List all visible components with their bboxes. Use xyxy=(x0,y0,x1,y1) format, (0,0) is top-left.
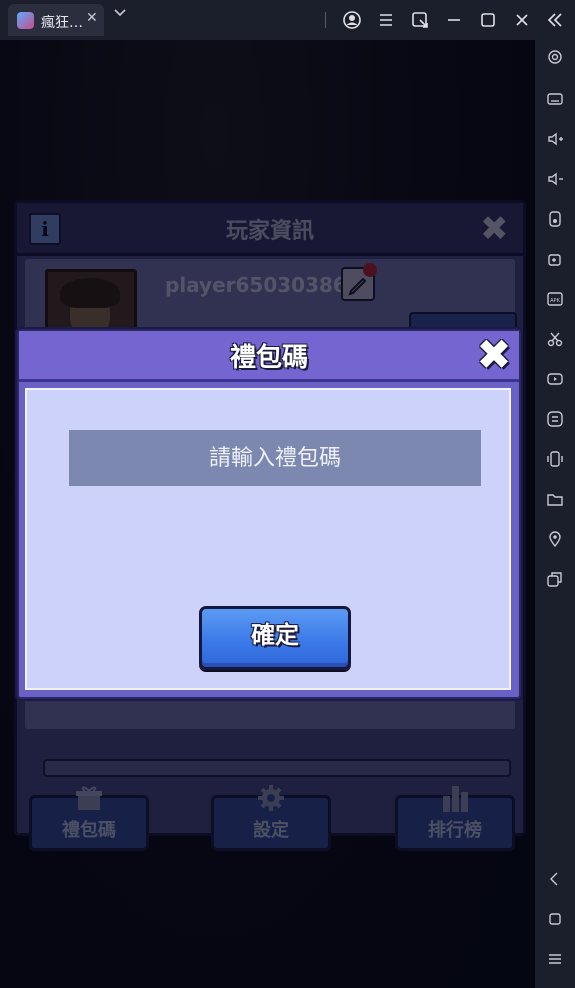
account-icon[interactable] xyxy=(342,10,362,30)
tab-close-icon[interactable]: ✕ xyxy=(86,10,98,26)
game-viewport: i 玩家資訊 ✖ player65030386 禮包碼 設定 排行榜 禮包碼 ✖… xyxy=(0,40,535,988)
recent-apps-icon[interactable] xyxy=(546,950,564,968)
dialog-header: 禮包碼 ✖ xyxy=(19,331,519,382)
shake-icon[interactable] xyxy=(546,450,564,468)
app-icon xyxy=(17,12,34,29)
home-icon[interactable] xyxy=(546,910,564,928)
screenshot-icon[interactable] xyxy=(410,10,430,30)
volume-down-icon[interactable] xyxy=(546,170,564,188)
keyboard-icon[interactable] xyxy=(546,90,564,108)
confirm-button[interactable]: 確定 xyxy=(199,606,351,670)
volume-up-icon[interactable] xyxy=(546,130,564,148)
sync-icon[interactable] xyxy=(546,410,564,428)
scissors-icon[interactable] xyxy=(546,330,564,348)
chevron-down-icon[interactable] xyxy=(113,8,127,18)
title-bar: 瘋狂… ✕ xyxy=(0,0,575,40)
menu-icon[interactable] xyxy=(376,10,396,30)
settings-icon[interactable] xyxy=(546,48,564,66)
folder-icon[interactable] xyxy=(546,490,564,508)
close-icon[interactable] xyxy=(512,10,532,30)
record-icon[interactable] xyxy=(546,370,564,388)
dialog-body: 確定 xyxy=(25,388,511,690)
collapse-sidebar-icon[interactable] xyxy=(545,10,565,30)
gift-code-dialog: 禮包碼 ✖ 確定 xyxy=(17,329,521,699)
location-icon[interactable] xyxy=(546,530,564,548)
tab-title: 瘋狂… xyxy=(41,15,83,31)
dialog-close-icon[interactable]: ✖ xyxy=(473,333,515,377)
divider xyxy=(325,12,326,28)
apk-icon[interactable]: APK xyxy=(546,290,564,308)
gift-code-input[interactable] xyxy=(69,430,481,486)
back-icon[interactable] xyxy=(546,870,564,888)
minimize-icon[interactable] xyxy=(444,10,464,30)
app-tab[interactable]: 瘋狂… ✕ xyxy=(8,4,104,36)
maximize-icon[interactable] xyxy=(478,10,498,30)
multi-instance-icon[interactable] xyxy=(546,570,564,588)
emulator-sidebar: APK xyxy=(535,40,575,988)
lock-rotate-icon[interactable] xyxy=(546,210,564,228)
dialog-title: 禮包碼 xyxy=(229,343,308,373)
svg-text:APK: APK xyxy=(550,298,560,304)
add-app-icon[interactable] xyxy=(546,250,564,268)
